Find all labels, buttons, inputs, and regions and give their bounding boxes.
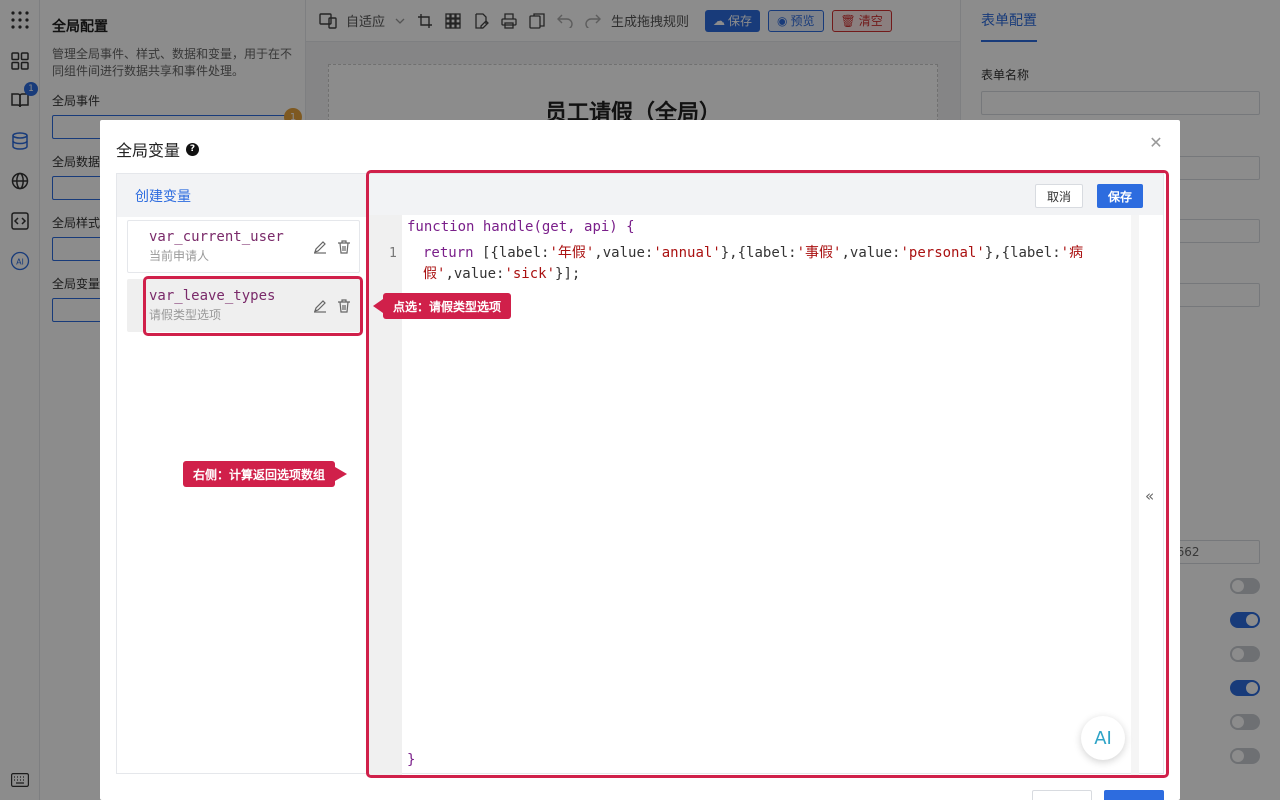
- variable-item-current-user[interactable]: var_current_user 当前申请人: [127, 220, 360, 273]
- annotation-editor-hint: 右侧：计算返回选项数组: [183, 461, 348, 487]
- footer-cancel-button[interactable]: [1032, 790, 1092, 800]
- highlight-code-editor: [366, 170, 1169, 778]
- edit-icon[interactable]: [312, 239, 328, 255]
- create-variable-button[interactable]: 创建变量: [117, 174, 367, 217]
- close-icon[interactable]: ✕: [1148, 133, 1164, 152]
- annotation-select-hint: 点选：请假类型选项: [372, 293, 512, 319]
- modal-title: 全局变量 ?: [116, 137, 200, 161]
- modal-title-text: 全局变量: [116, 141, 181, 160]
- delete-icon[interactable]: [336, 239, 352, 255]
- footer-confirm-button[interactable]: [1104, 790, 1164, 800]
- help-icon[interactable]: ?: [186, 142, 200, 156]
- highlight-selected-variable: [143, 276, 363, 336]
